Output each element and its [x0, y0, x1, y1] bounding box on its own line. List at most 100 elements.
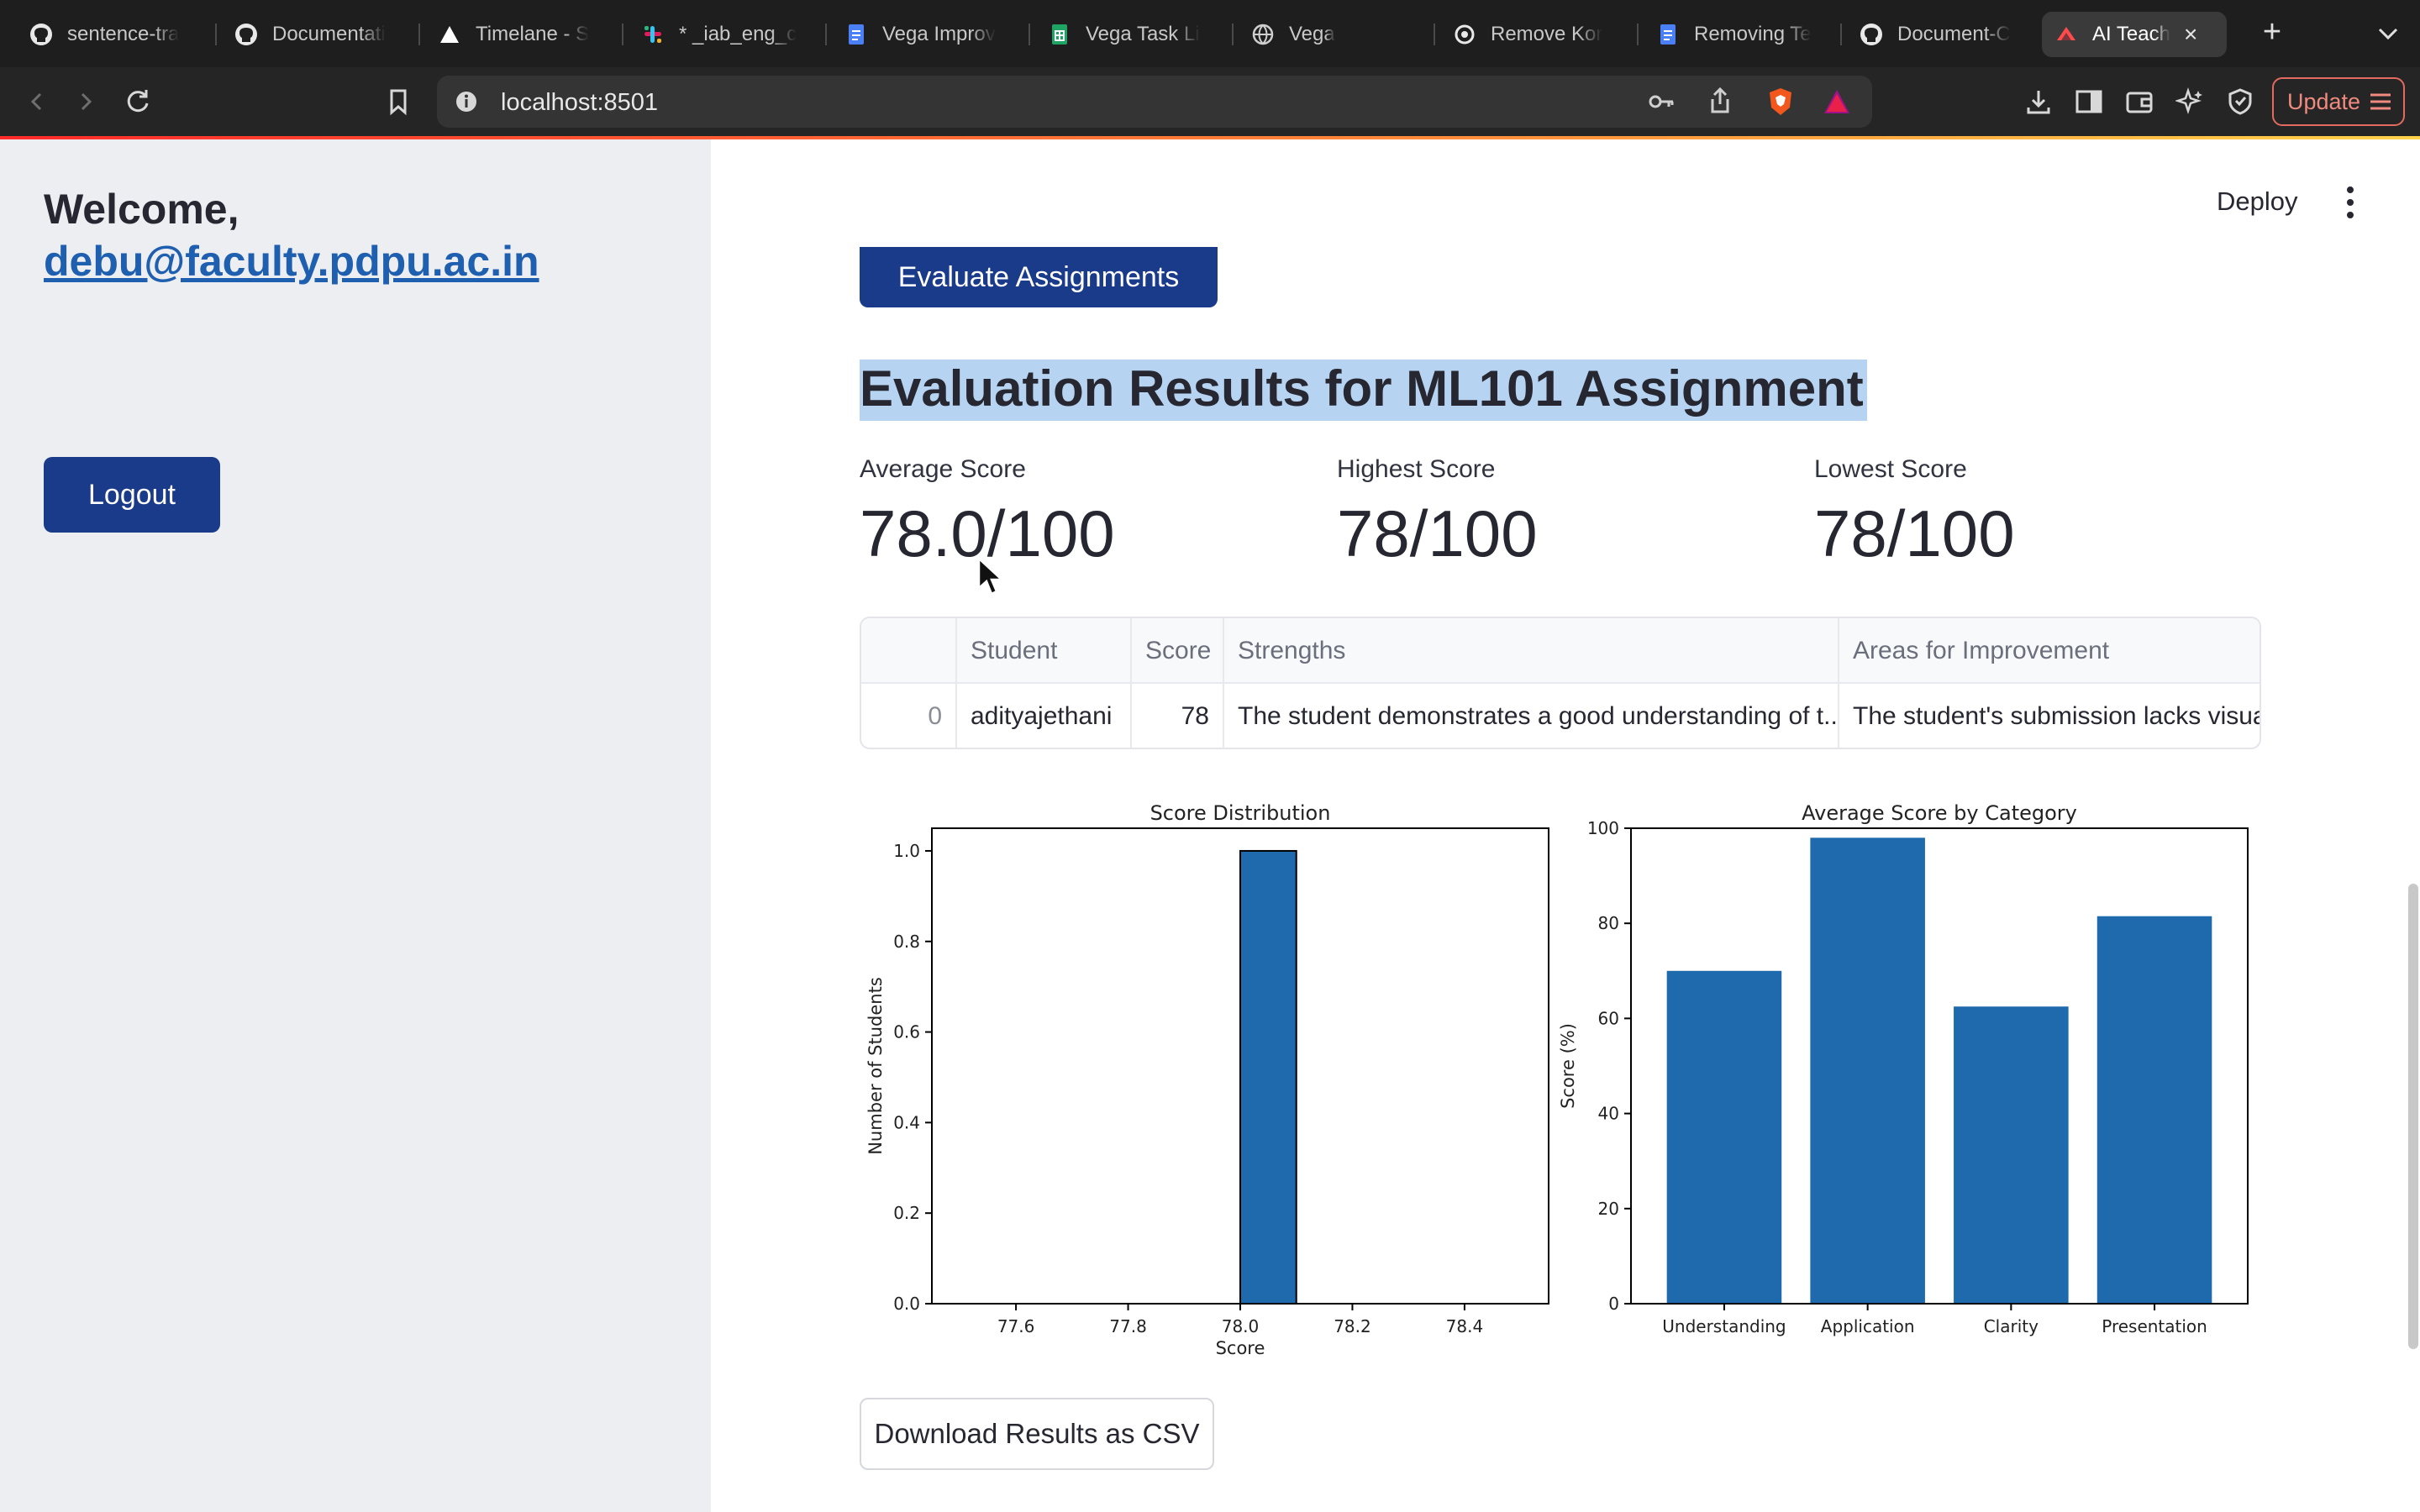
url-text[interactable]: localhost:8501 — [501, 89, 658, 117]
mouse-cursor-icon — [977, 556, 1005, 596]
tab-title: AI Teach — [2092, 23, 2170, 45]
chart-title: Average Score by Category — [1802, 801, 2077, 825]
lowest-score-metric: Lowest Score 78/100 — [1814, 455, 2015, 572]
tab-separator — [622, 24, 623, 45]
browser-tab[interactable]: Timelane - S — [425, 12, 618, 57]
y-tick-label: 100 — [1587, 818, 1619, 838]
browser-tab[interactable]: Vega Improv — [832, 12, 1025, 57]
welcome-text: Welcome, — [44, 186, 239, 233]
tab-separator — [1840, 24, 1842, 45]
update-button[interactable]: Update — [2272, 77, 2405, 126]
metric-label: Highest Score — [1337, 455, 1496, 483]
tab-separator — [1637, 24, 1639, 45]
table-cell-student[interactable]: adityajethani — [957, 684, 1132, 748]
y-tick-label: 80 — [1598, 913, 1619, 933]
tab-title: Timelane - S — [476, 23, 590, 45]
app-sidebar — [0, 139, 711, 1512]
tab-separator — [1028, 24, 1030, 45]
slack-icon — [640, 22, 666, 47]
github-icon — [234, 22, 259, 47]
metric-value: 78/100 — [1337, 496, 1538, 570]
browser-tab[interactable]: Remove Kor — [1440, 12, 1634, 57]
downloads-icon[interactable] — [2020, 83, 2057, 120]
x-tick-label: Clarity — [1984, 1316, 2039, 1336]
brave-shields-icon[interactable] — [1765, 86, 1797, 118]
address-bar[interactable]: localhost:8501 — [437, 76, 1872, 128]
metric-value: 78/100 — [1814, 496, 2015, 570]
tab-separator — [1232, 24, 1234, 45]
browser-tab[interactable]: Removing Te — [1644, 12, 1837, 57]
results-dataframe[interactable]: Student Score Strengths Areas for Improv… — [860, 617, 2261, 749]
tab-title: Documentati — [272, 23, 386, 45]
column-header-score[interactable]: Score — [1132, 618, 1224, 684]
more-options-icon[interactable] — [2336, 183, 2365, 222]
tab-title: Vega — [1289, 23, 1335, 45]
new-tab-button[interactable]: + — [2255, 15, 2289, 49]
sidebar-toggle-icon[interactable] — [2070, 83, 2107, 120]
back-icon[interactable] — [18, 83, 55, 120]
tab-title: Vega Task Li — [1086, 23, 1200, 45]
brave-rewards-icon[interactable] — [1822, 87, 1852, 116]
results-title: Evaluation Results for ML101 Assignment — [860, 360, 1867, 421]
x-tick-label: Presentation — [2102, 1316, 2207, 1336]
browser-tab[interactable]: AI Teach × — [2042, 12, 2227, 57]
y-tick-label: 0 — [1608, 1294, 1619, 1314]
table-cell-score[interactable]: 78 — [1132, 684, 1224, 748]
streamlit-icon — [2054, 22, 2079, 47]
category-bar — [1666, 970, 1782, 1304]
average-score-metric: Average Score 78.0/100 — [860, 455, 1115, 572]
y-axis-label: Number of Students — [865, 977, 886, 1155]
highest-score-metric: Highest Score 78/100 — [1337, 455, 1538, 572]
x-tick-label: Understanding — [1662, 1316, 1786, 1336]
deploy-button[interactable]: Deploy — [2217, 186, 2298, 217]
column-header-index[interactable] — [861, 618, 957, 684]
y-tick-label: 20 — [1598, 1199, 1619, 1219]
browser-tab-bar: sentence-tra Documentati Timelane - S * _ia… — [0, 0, 2420, 67]
y-tick-label: 0.2 — [893, 1203, 920, 1223]
y-tick-label: 0.4 — [893, 1112, 920, 1132]
timelane-icon — [437, 22, 462, 47]
y-tick-label: 0.8 — [893, 932, 920, 952]
browser-tab[interactable]: * _iab_eng_c — [629, 12, 822, 57]
leo-ai-icon[interactable] — [2171, 83, 2208, 120]
x-tick-label: 78.2 — [1334, 1316, 1371, 1336]
tab-list-chevron-icon[interactable] — [2373, 18, 2403, 49]
browser-tab[interactable]: Documentati — [222, 12, 415, 57]
evaluate-assignments-button[interactable]: Evaluate Assignments — [860, 247, 1218, 307]
reload-icon[interactable] — [119, 83, 156, 120]
browser-tab[interactable]: sentence-tra — [17, 12, 210, 57]
browser-tab[interactable]: Vega Task Li — [1035, 12, 1228, 57]
tab-title: sentence-tra — [67, 23, 180, 45]
logout-button[interactable]: Logout — [44, 457, 220, 533]
charts-figure: Score Distribution 77.6 77.8 78.0 78.2 78.4 0.… — [865, 801, 2249, 1358]
browser-tab[interactable]: Vega — [1239, 12, 1432, 57]
wallet-icon[interactable] — [2121, 83, 2158, 120]
y-tick-label: 40 — [1598, 1104, 1619, 1124]
category-bar — [2096, 916, 2212, 1304]
column-header-strengths[interactable]: Strengths — [1224, 618, 1839, 684]
bookmark-icon[interactable] — [380, 83, 417, 120]
share-icon[interactable] — [1707, 86, 1733, 116]
close-tab-icon[interactable]: × — [2184, 21, 2197, 48]
github-icon — [1859, 22, 1884, 47]
download-csv-button[interactable]: Download Results as CSV — [860, 1398, 1214, 1470]
site-info-icon[interactable] — [454, 89, 479, 114]
x-tick-label: 78.0 — [1222, 1316, 1260, 1336]
column-header-improvement[interactable]: Areas for Improvement — [1839, 618, 2260, 684]
vpn-shield-icon[interactable] — [2222, 83, 2259, 120]
y-tick-label: 60 — [1598, 1008, 1619, 1028]
tab-title: * _iab_eng_c — [679, 23, 797, 45]
page-scrollbar[interactable] — [2408, 884, 2418, 1349]
table-cell-strengths[interactable]: The student demonstrates a good understa… — [1224, 684, 1839, 748]
table-cell-index[interactable]: 0 — [861, 684, 957, 748]
column-header-student[interactable]: Student — [957, 618, 1132, 684]
forward-icon[interactable] — [67, 83, 104, 120]
user-email-link[interactable]: debu@faculty.pdpu.ac.in — [44, 235, 539, 287]
browser-tab[interactable]: Document-C — [1847, 12, 2040, 57]
google-docs-icon — [844, 22, 869, 47]
tab-separator — [825, 24, 827, 45]
chart-title: Score Distribution — [1150, 801, 1331, 825]
password-key-icon[interactable] — [1647, 89, 1676, 114]
google-sheets-icon — [1047, 22, 1072, 47]
table-cell-improvement[interactable]: The student's submission lacks visual — [1839, 684, 2260, 748]
